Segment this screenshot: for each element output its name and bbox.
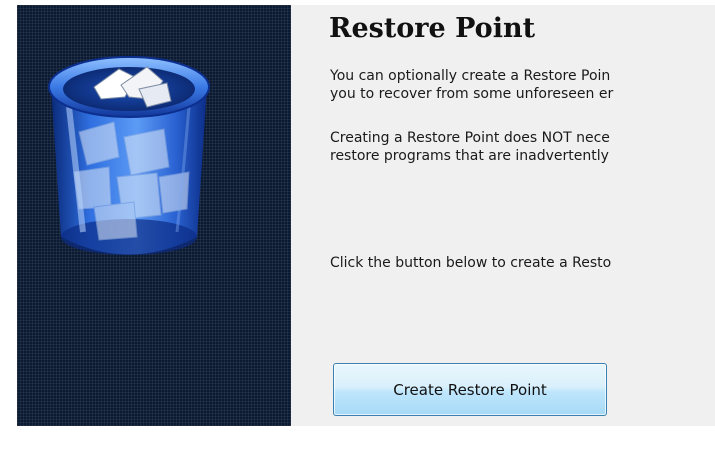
side-banner [17,5,291,426]
recycle-bin-icon [48,56,210,255]
warning-line-2: restore programs that are inadvertently [330,148,609,164]
wizard-page: Restore Point You can optionally create … [17,5,715,426]
instruction-text: Click the button below to create a Resto [330,255,612,271]
page-title: Restore Point [329,13,536,44]
intro-line-2: you to recover from some unforeseen er [330,86,614,102]
content-panel: Restore Point You can optionally create … [291,5,715,426]
intro-paragraph: You can optionally create a Restore Poin… [330,67,613,103]
intro-line-1: You can optionally create a Restore Poin [330,68,611,84]
warning-paragraph: Creating a Restore Point does NOT nece r… [330,129,610,165]
warning-line-1: Creating a Restore Point does NOT nece [330,130,610,146]
create-restore-point-button[interactable]: Create Restore Point [333,363,607,416]
